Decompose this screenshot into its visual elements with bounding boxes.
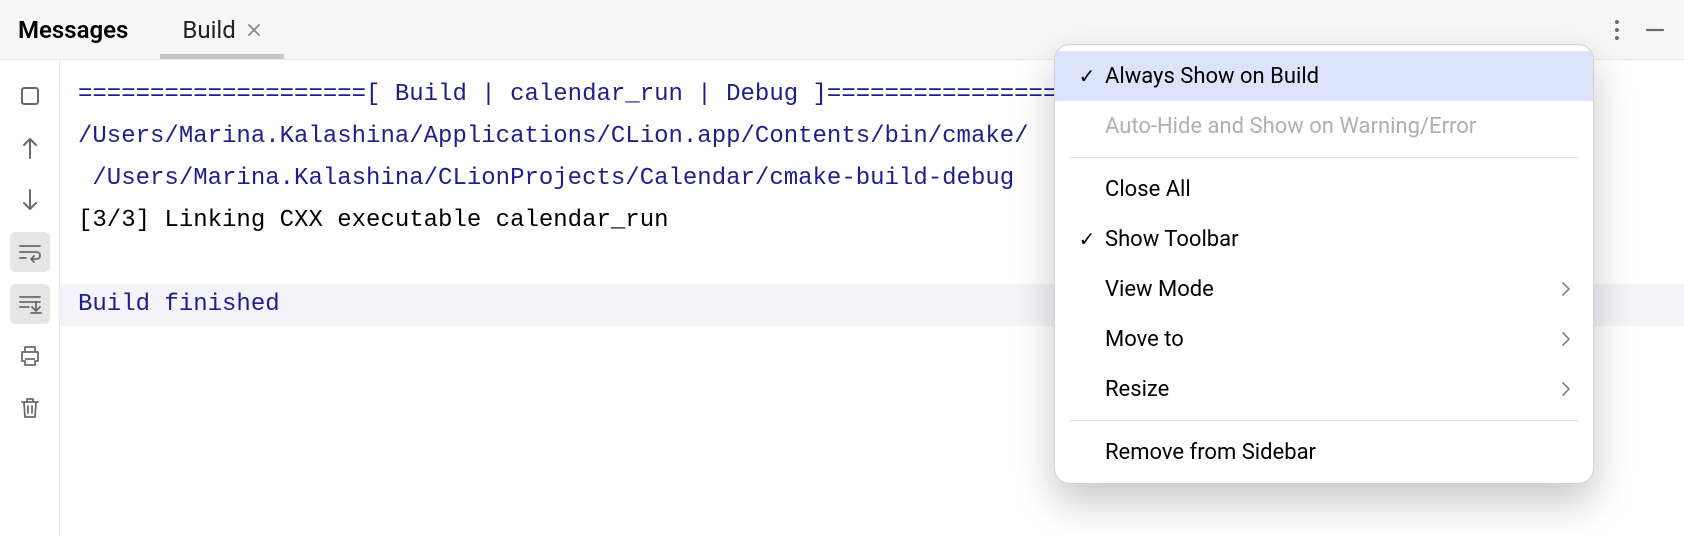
menu-resize[interactable]: Resize [1055, 364, 1593, 414]
previous-button[interactable] [10, 128, 50, 168]
context-menu: ✓ Always Show on Build Auto-Hide and Sho… [1054, 44, 1594, 484]
minimize-icon[interactable] [1644, 19, 1666, 41]
menu-auto-hide[interactable]: Auto-Hide and Show on Warning/Error [1055, 101, 1593, 151]
menu-close-all[interactable]: Close All [1055, 164, 1593, 214]
next-button[interactable] [10, 180, 50, 220]
tab-build[interactable]: Build [170, 0, 273, 59]
menu-label: Show Toolbar [1105, 227, 1571, 252]
menu-label: Remove from Sidebar [1105, 440, 1571, 465]
gutter-toolbar [0, 60, 60, 536]
check-icon: ✓ [1069, 227, 1105, 251]
menu-separator [1069, 157, 1579, 158]
menu-label: Always Show on Build [1105, 64, 1571, 89]
tab-underline [160, 54, 283, 59]
menu-label: Close All [1105, 177, 1571, 202]
console-line: ====================[ Build | calendar_r… [78, 81, 1115, 108]
menu-always-show[interactable]: ✓ Always Show on Build [1055, 51, 1593, 101]
menu-show-toolbar[interactable]: ✓ Show Toolbar [1055, 214, 1593, 264]
menu-view-mode[interactable]: View Mode [1055, 264, 1593, 314]
menu-separator [1069, 420, 1579, 421]
header-actions [1614, 19, 1684, 41]
scroll-to-end-button[interactable] [10, 284, 50, 324]
chevron-right-icon [1561, 381, 1571, 397]
console-line: Build finished [78, 291, 280, 318]
menu-label: View Mode [1105, 277, 1561, 302]
chevron-right-icon [1561, 281, 1571, 297]
check-icon: ✓ [1069, 64, 1105, 88]
chevron-right-icon [1561, 331, 1571, 347]
print-button[interactable] [10, 336, 50, 376]
menu-move-to[interactable]: Move to [1055, 314, 1593, 364]
menu-label: Auto-Hide and Show on Warning/Error [1105, 114, 1571, 139]
console-line: /Users/Marina.Kalashina/CLionProjects/Ca… [78, 165, 1029, 192]
console-line: [3/3] Linking CXX executable calendar_ru… [78, 207, 669, 234]
menu-remove-sidebar[interactable]: Remove from Sidebar [1055, 427, 1593, 477]
trash-button[interactable] [10, 388, 50, 428]
stop-button[interactable] [10, 76, 50, 116]
tab-label: Build [182, 16, 235, 44]
menu-label: Move to [1105, 327, 1561, 352]
menu-label: Resize [1105, 377, 1561, 402]
panel-title: Messages [18, 16, 128, 44]
console-line: /Users/Marina.Kalashina/Applications/CLi… [78, 123, 1029, 150]
soft-wrap-button[interactable] [10, 232, 50, 272]
close-icon[interactable] [246, 22, 262, 38]
more-icon[interactable] [1614, 19, 1620, 41]
